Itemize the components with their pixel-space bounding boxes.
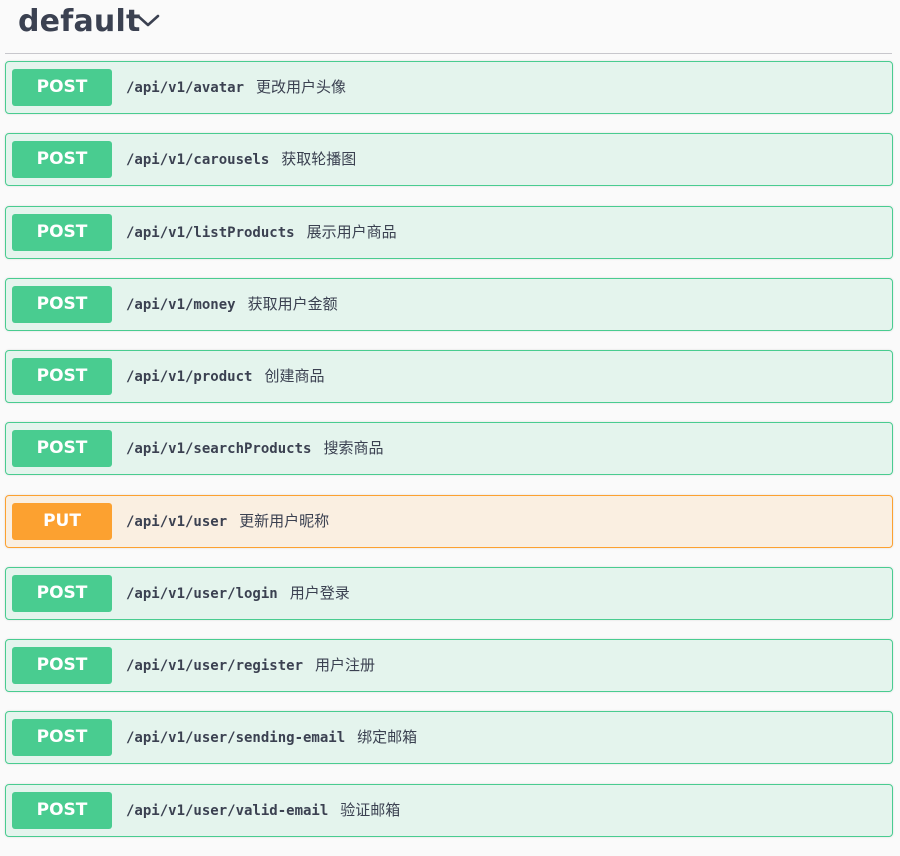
method-badge: POST bbox=[12, 285, 112, 323]
chevron-down-icon[interactable] bbox=[135, 10, 161, 30]
operation-row[interactable]: POST /api/v1/money 获取用户金额 bbox=[5, 277, 893, 331]
method-badge: POST bbox=[12, 213, 112, 251]
operation-path: /api/v1/carousels 获取轮播图 bbox=[126, 134, 356, 185]
method-badge: POST bbox=[12, 141, 112, 179]
operation-summary: 用户登录 bbox=[289, 583, 350, 602]
operation-summary: 展示用户商品 bbox=[306, 222, 397, 241]
path-text: /api/v1/user/sending-email bbox=[126, 730, 346, 747]
section-header-default[interactable]: default bbox=[5, 0, 892, 54]
method-badge: POST bbox=[12, 430, 112, 468]
path-text: /api/v1/user/login bbox=[126, 585, 278, 602]
path-text: /api/v1/user bbox=[126, 513, 228, 530]
operation-row[interactable]: POST /api/v1/listProducts 展示用户商品 bbox=[5, 205, 893, 259]
method-badge: POST bbox=[12, 647, 112, 684]
path-text: /api/v1/user/register bbox=[126, 658, 304, 674]
operation-summary: 绑定邮箱 bbox=[357, 728, 418, 747]
operation-path: /api/v1/searchProducts 搜索商品 bbox=[126, 423, 383, 474]
operation-row[interactable]: POST /api/v1/user/valid-email 验证邮箱 bbox=[5, 783, 893, 837]
path-text: /api/v1/searchProducts bbox=[126, 441, 312, 458]
operation-summary: 验证邮箱 bbox=[340, 800, 401, 819]
method-badge: POST bbox=[12, 69, 112, 106]
operation-summary: 获取轮播图 bbox=[281, 150, 357, 169]
operation-row[interactable]: POST /api/v1/carousels 获取轮播图 bbox=[5, 133, 893, 187]
path-text: /api/v1/avatar bbox=[126, 80, 245, 96]
operation-row[interactable]: POST /api/v1/user/sending-email 绑定邮箱 bbox=[5, 711, 893, 765]
operation-path: /api/v1/product 创建商品 bbox=[126, 351, 324, 402]
operation-row[interactable]: POST /api/v1/user/login 用户登录 bbox=[5, 566, 893, 620]
section-title[interactable]: default bbox=[18, 2, 141, 42]
operation-summary: 搜索商品 bbox=[323, 439, 384, 458]
operation-path: /api/v1/money 获取用户金额 bbox=[126, 279, 338, 330]
operation-row[interactable]: PUT /api/v1/user 更新用户昵称 bbox=[5, 494, 893, 548]
method-badge: POST bbox=[12, 358, 112, 395]
path-text: /api/v1/product bbox=[126, 369, 253, 385]
operation-row[interactable]: POST /api/v1/product 创建商品 bbox=[5, 350, 893, 403]
method-badge: PUT bbox=[12, 502, 112, 540]
operation-path: /api/v1/avatar 更改用户头像 bbox=[126, 62, 346, 113]
operation-path: /api/v1/user/register 用户注册 bbox=[126, 640, 375, 691]
operation-row[interactable]: POST /api/v1/avatar 更改用户头像 bbox=[5, 61, 893, 114]
method-badge: POST bbox=[12, 791, 112, 829]
operation-summary: 更新用户昵称 bbox=[239, 511, 330, 530]
operation-path: /api/v1/user/valid-email 验证邮箱 bbox=[126, 785, 400, 836]
operation-path: /api/v1/user 更新用户昵称 bbox=[126, 496, 329, 547]
operations-list: POST /api/v1/avatar 更改用户头像 POST /api/v1/c… bbox=[5, 61, 893, 856]
path-text: /api/v1/listProducts bbox=[126, 224, 295, 241]
path-text: /api/v1/carousels bbox=[126, 152, 270, 169]
operation-summary: 用户注册 bbox=[315, 656, 376, 674]
operation-path: /api/v1/user/sending-email 绑定邮箱 bbox=[126, 712, 417, 763]
path-text: /api/v1/user/valid-email bbox=[126, 802, 329, 819]
operation-path: /api/v1/listProducts 展示用户商品 bbox=[126, 207, 397, 258]
operation-summary: 创建商品 bbox=[264, 367, 325, 385]
operation-path: /api/v1/user/login 用户登录 bbox=[126, 568, 350, 619]
path-text: /api/v1/money bbox=[126, 296, 236, 313]
operation-row[interactable]: POST /api/v1/user/register 用户注册 bbox=[5, 639, 893, 692]
operation-row[interactable]: POST /api/v1/searchProducts 搜索商品 bbox=[5, 422, 893, 476]
operation-summary: 更改用户头像 bbox=[256, 78, 347, 96]
operation-summary: 获取用户金额 bbox=[247, 294, 338, 313]
method-badge: POST bbox=[12, 719, 112, 757]
method-badge: POST bbox=[12, 574, 112, 612]
